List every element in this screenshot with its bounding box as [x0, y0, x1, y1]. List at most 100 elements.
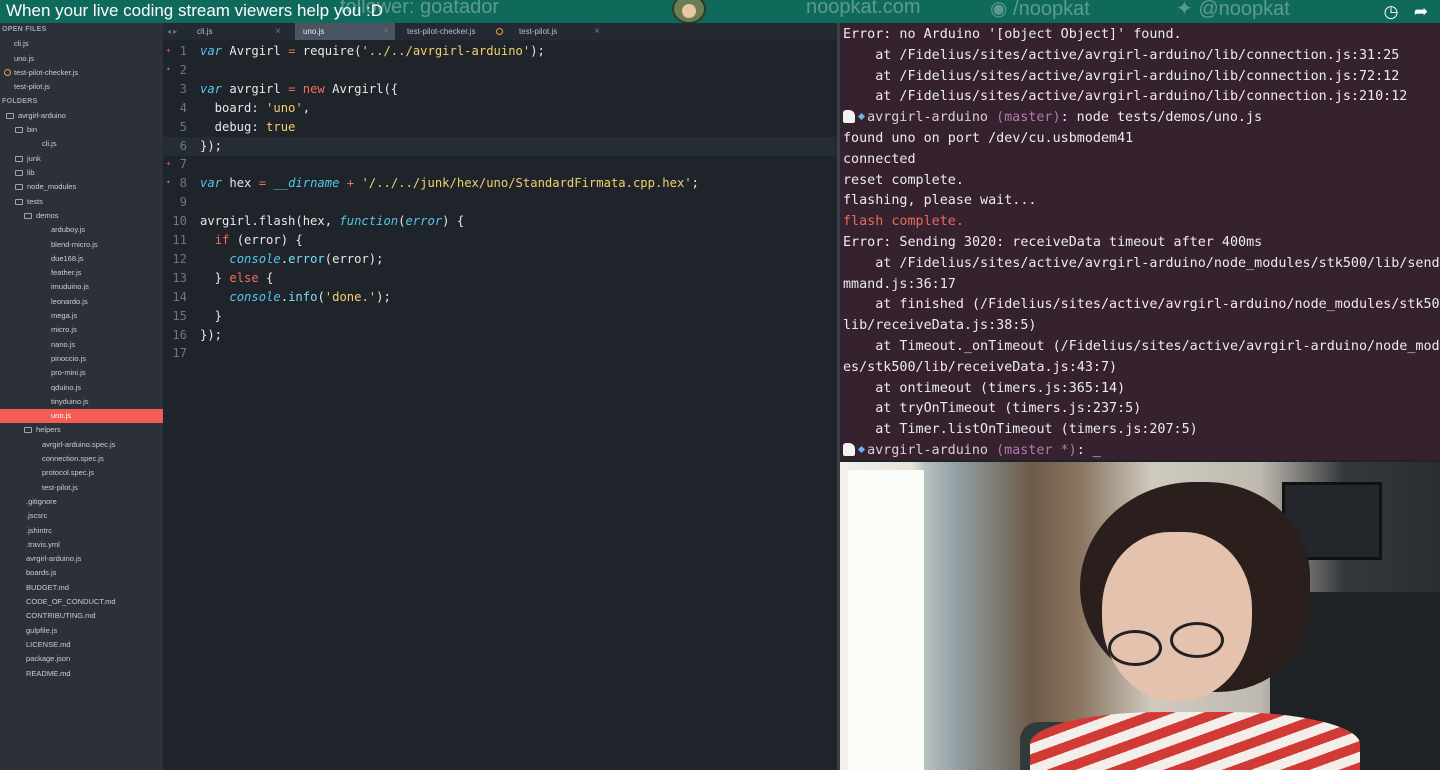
file-item[interactable]: imuduino.js	[0, 280, 163, 294]
code-line[interactable]: 6});	[163, 136, 837, 156]
file-label: mega.js	[51, 311, 78, 320]
clock-icon[interactable]: ◷	[1382, 3, 1400, 21]
file-item[interactable]: leonardo.js	[0, 295, 163, 309]
file-item[interactable]: feather.js	[0, 266, 163, 280]
terminal-pane[interactable]: Error: no Arduino '[object Object]' foun…	[840, 23, 1440, 460]
code-line[interactable]: 4 board: 'uno',	[163, 99, 837, 118]
line-number: 14	[172, 289, 187, 304]
terminal-line: found uno on port /dev/cu.usbmodem41	[843, 128, 1133, 149]
file-label: uno.js	[51, 411, 72, 421]
open-file-item[interactable]: test-pilot.js	[0, 80, 163, 94]
share-arrow-icon[interactable]: ➦	[1412, 3, 1430, 21]
folder-item[interactable]: junk	[0, 152, 163, 166]
file-item[interactable]: .gitignore	[0, 495, 163, 509]
tab-cli-js[interactable]: cli.js ×	[189, 23, 287, 40]
open-file-item[interactable]: uno.js	[0, 52, 163, 66]
streamer-avatar	[672, 0, 706, 23]
file-item[interactable]: .travis.yml	[0, 538, 163, 552]
unicorn-prompt-icon	[843, 443, 855, 456]
tab-test-pilot-js[interactable]: test-pilot.js ×	[511, 23, 606, 40]
terminal-line: flashing, please wait...	[843, 190, 1036, 211]
code-line[interactable]: 16});	[163, 326, 837, 345]
code-line[interactable]: 10 avrgirl.flash(hex, function(error) {	[163, 212, 837, 231]
file-item[interactable]: protocol.spec.js	[0, 466, 163, 480]
file-item[interactable]: LICENSE.md	[0, 638, 163, 652]
code-line[interactable]: 14 console.info('done.');	[163, 288, 837, 307]
tab-modified-dot-icon[interactable]	[496, 28, 503, 35]
code-line[interactable]: 3 var avrgirl = new Avrgirl({	[163, 80, 837, 99]
tab-uno-js[interactable]: uno.js ×	[295, 23, 395, 40]
open-file-item[interactable]: cli.js	[0, 37, 163, 51]
file-item[interactable]: mega.js	[0, 309, 163, 323]
line-number: 12	[172, 251, 187, 266]
file-item[interactable]: CONTRIBUTING.md	[0, 609, 163, 623]
file-item[interactable]: pro-mini.js	[0, 366, 163, 380]
file-item[interactable]: .jscsrc	[0, 509, 163, 523]
tab-label: test-pilot-checker.js	[407, 27, 476, 36]
code-editor[interactable]: +1 var Avrgirl = require('../../avrgirl-a…	[163, 40, 837, 770]
file-label: imuduino.js	[51, 282, 89, 292]
file-item[interactable]: pinoccio.js	[0, 352, 163, 366]
file-item[interactable]: package.json	[0, 652, 163, 666]
code-line[interactable]: 13 } else {	[163, 269, 837, 288]
file-item[interactable]: CODE_OF_CONDUCT.md	[0, 595, 163, 609]
code-token: debug:	[200, 119, 267, 134]
tab-close-icon[interactable]: ×	[275, 23, 281, 40]
file-item[interactable]: qduino.js	[0, 381, 163, 395]
file-item[interactable]: uno.js	[0, 409, 163, 424]
line-number: 11	[172, 233, 187, 247]
file-item[interactable]: boards.js	[0, 566, 163, 580]
code-line[interactable]: 5 debug: true	[163, 118, 837, 137]
code-line[interactable]: 9	[163, 193, 837, 212]
code-line[interactable]: 17	[163, 344, 837, 363]
code-line[interactable]: +7	[163, 155, 837, 174]
file-item[interactable]: .jshintrc	[0, 524, 163, 538]
file-item[interactable]: arduboy.js	[0, 223, 163, 237]
file-item[interactable]: gulpfile.js	[0, 624, 163, 638]
line-number: 1	[179, 44, 187, 58]
file-label: pro-mini.js	[51, 368, 86, 378]
code-line[interactable]: • 2	[163, 61, 837, 80]
tab-close-icon[interactable]: ×	[383, 23, 389, 40]
folder-item[interactable]: helpers	[0, 423, 163, 437]
code-line[interactable]: 11 if (error) {	[163, 231, 837, 250]
code-line[interactable]: +1 var Avrgirl = require('../../avrgirl-a…	[163, 42, 837, 61]
file-item[interactable]: tinyduino.js	[0, 395, 163, 409]
folder-item[interactable]: bin	[0, 123, 163, 137]
file-item[interactable]: avrgirl-arduino.js	[0, 552, 163, 566]
file-item[interactable]: connection.spec.js	[0, 452, 163, 466]
tab-nav-arrows-icon[interactable]: ◂ ▸	[167, 23, 177, 40]
code-line[interactable]: 15 }	[163, 307, 837, 326]
file-label: tinyduino.js	[51, 396, 89, 406]
terminal-text: at finished (/Fidelius/sites/active/avrg…	[843, 297, 1440, 313]
webcam-glasses-left	[1108, 630, 1162, 666]
folder-item[interactable]: tests	[0, 195, 163, 209]
tab-test-pilot-checker-js[interactable]: test-pilot-checker.js	[399, 23, 509, 40]
tab-close-icon[interactable]: ×	[594, 23, 600, 40]
code-token: new	[302, 81, 325, 96]
code-token: .	[280, 289, 289, 304]
code-token: function	[339, 214, 399, 229]
file-item[interactable]: avrgirl-arduino.spec.js	[0, 438, 163, 452]
code-token: 'done.'	[324, 289, 377, 304]
file-item[interactable]: BUDGET.md	[0, 581, 163, 595]
code-token: var	[200, 81, 223, 96]
terminal-text: at /Fidelius/sites/active/avrgirl-arduin…	[843, 68, 1400, 84]
file-item[interactable]: test-pilot.js	[0, 481, 163, 495]
folder-item[interactable]: avrgirl-arduino	[0, 109, 163, 123]
file-item[interactable]: due168.js	[0, 252, 163, 266]
code-token: '../../avrgirl-arduino'	[361, 44, 531, 58]
folder-item[interactable]: demos	[0, 209, 163, 223]
folder-label: junk	[27, 153, 41, 163]
folder-item[interactable]: lib	[0, 166, 163, 180]
file-item[interactable]: blend-micro.js	[0, 238, 163, 252]
file-item[interactable]: nano.js	[0, 338, 163, 352]
code-line[interactable]: • 8 var hex = __dirname + '/../../junk/hex…	[163, 174, 837, 193]
file-item[interactable]: micro.js	[0, 323, 163, 337]
file-item[interactable]: README.md	[0, 667, 163, 681]
code-line[interactable]: 12 console.error(error);	[163, 250, 837, 269]
open-file-item[interactable]: test-pilot-checker.js	[0, 66, 163, 80]
file-item[interactable]: cli.js	[0, 137, 163, 151]
folder-item[interactable]: node_modules	[0, 180, 163, 194]
